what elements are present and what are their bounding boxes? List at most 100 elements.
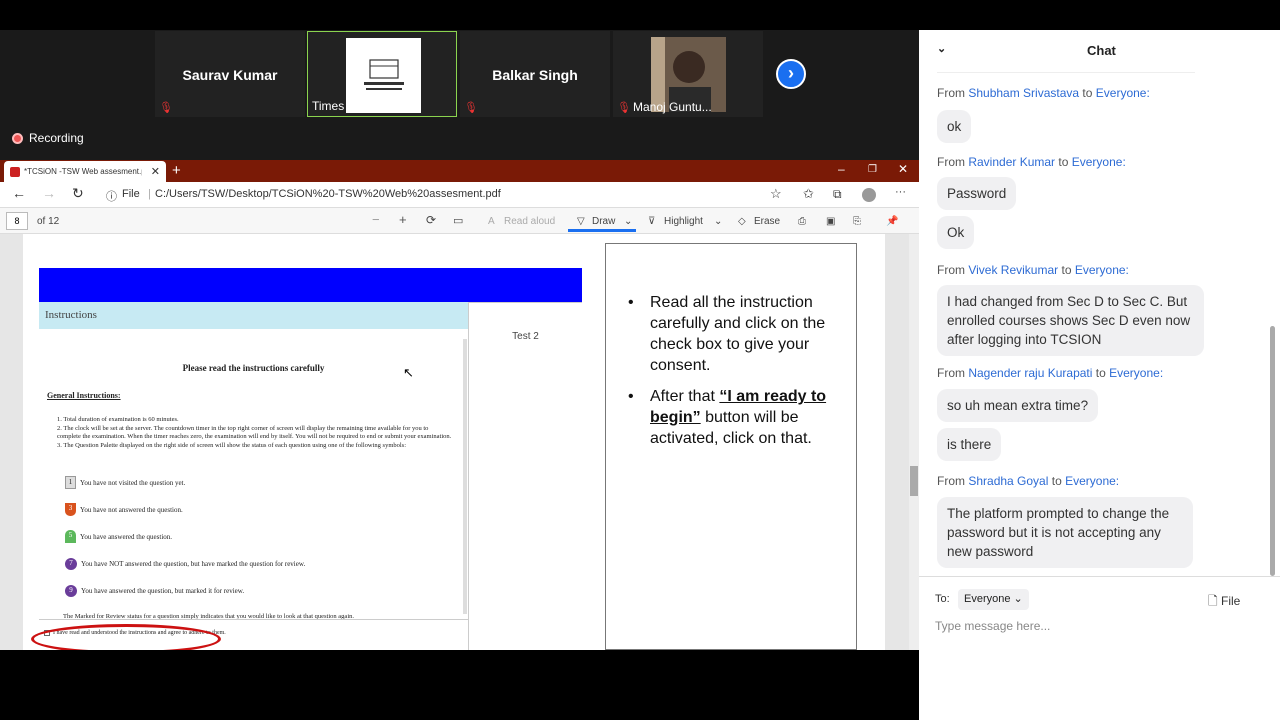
chat-divider (919, 576, 1280, 577)
recording-indicator: Recording (12, 131, 84, 145)
participant-tile[interactable]: Times Professio... (307, 31, 457, 117)
message-input[interactable]: Type message here... (935, 619, 1050, 633)
chat-sender-line: From Shradha Goyal to Everyone: (937, 474, 1120, 488)
cursor-icon: ↖ (403, 365, 414, 380)
participant-label: Manoj Guntu... (633, 100, 712, 114)
profile-icon[interactable] (862, 188, 876, 202)
participant-tile[interactable]: Saurav Kumar 🎙 (155, 31, 305, 117)
mic-muted-icon: 🎙 (464, 102, 478, 114)
zoom-in-icon[interactable]: + (399, 212, 407, 227)
not-answered-icon: 3 (65, 503, 76, 516)
inner-scrollbar[interactable] (463, 339, 467, 614)
sender-name[interactable]: Shradha Goyal (968, 474, 1048, 488)
instruction-slide: Read all the instruction carefully and c… (605, 243, 857, 650)
to-label: To: (935, 593, 950, 605)
erase-icon[interactable]: ◇ (738, 216, 746, 227)
general-instructions: General Instructions: (47, 391, 121, 400)
symbol-row: 3 You have not answered the question. (65, 496, 305, 523)
chevron-down-icon[interactable]: ⌄ (714, 216, 722, 227)
sender-name[interactable]: Vivek Revikumar (968, 263, 1058, 277)
chevron-down-icon[interactable]: ⌄ (937, 42, 946, 55)
participant-name: Balkar Singh (492, 67, 578, 83)
chevron-down-icon[interactable]: ⌄ (624, 216, 632, 227)
new-tab-button[interactable]: + (172, 162, 181, 179)
mic-muted-icon: 🎙 (159, 102, 173, 114)
chat-scrollbar[interactable] (1270, 326, 1275, 576)
address-bar: ← → ↻ ⓘ File | C:/Users/TSW/Desktop/TCSi… (0, 182, 919, 208)
read-aloud-icon[interactable]: A (488, 216, 495, 227)
answered-icon: 5 (65, 530, 76, 543)
highlight-icon[interactable]: ⊽ (648, 216, 655, 227)
instruction-item: 3. The Question Palette displayed on the… (57, 441, 407, 449)
test-label: Test 2 (512, 331, 539, 342)
zoom-out-icon[interactable]: − (372, 212, 380, 227)
not-visited-icon: 1 (65, 476, 76, 489)
page-number-input[interactable]: 8 (6, 212, 28, 230)
chat-sender-line: From Ravinder Kumar to Everyone: (937, 155, 1126, 169)
participant-tile[interactable]: Balkar Singh 🎙 (460, 31, 610, 117)
rotate-icon[interactable]: ⟳ (426, 213, 436, 227)
chat-sender-line: From Shubham Srivastava to Everyone: (937, 86, 1150, 100)
participant-name: Saurav Kumar (182, 67, 278, 83)
pdf-toolbar: of 12 − + ⟳ ▭ A Read aloud ▽ Draw ⌄ ⊽ Hi… (0, 208, 919, 234)
url-field[interactable]: C:/Users/TSW/Desktop/TCSiON%20-TSW%20Web… (155, 188, 501, 200)
file-button[interactable]: 🗋 File (1208, 592, 1240, 613)
chevron-down-icon: ⌄ (1013, 593, 1023, 605)
bottom-bar (0, 650, 919, 720)
instructions-header: Instructions (39, 302, 468, 329)
browser-tab[interactable]: *TCSiON -TSW Web assesment.p ✕ (4, 161, 166, 182)
save-as-icon[interactable]: ⎘ (853, 216, 861, 227)
favorite-star-icon[interactable]: ☆ (770, 186, 782, 202)
chat-message: Password (937, 177, 1017, 210)
next-participants-button[interactable]: › (776, 59, 806, 89)
save-icon[interactable]: ▣ (826, 216, 835, 227)
tab-title: *TCSiON -TSW Web assesment.p (24, 167, 142, 176)
file-icon: 🗋 (1208, 594, 1218, 608)
forward-icon[interactable]: → (42, 185, 56, 201)
sender-name[interactable]: Ravinder Kumar (968, 155, 1055, 169)
recipient-select[interactable]: Everyone ⌄ (958, 589, 1029, 610)
favorites-icon[interactable]: ✩ (803, 186, 814, 202)
minimize-icon[interactable]: – (838, 162, 845, 176)
pdf-scrollbar[interactable] (909, 234, 919, 650)
sender-name[interactable]: Shubham Srivastava (968, 86, 1079, 100)
instruction-item: 2. The clock will be set at the server. … (57, 424, 452, 441)
chat-header: ⌄ Chat (919, 30, 1280, 72)
more-icon[interactable]: ··· (895, 186, 906, 198)
instruction-item: 1. Total duration of examination is 60 m… (57, 416, 179, 423)
draw-icon[interactable]: ▽ (577, 216, 585, 227)
pdf-scroll-thumb[interactable] (910, 466, 918, 496)
sender-name[interactable]: Nagender raju Kurapati (968, 366, 1092, 380)
refresh-icon[interactable]: ↻ (72, 185, 84, 202)
restore-icon[interactable]: ❐ (868, 164, 877, 175)
participant-tile[interactable]: Manoj Guntu... 🎙 (613, 31, 763, 117)
chat-message: so uh mean extra time? (937, 389, 1099, 422)
record-dot-icon (12, 132, 23, 144)
close-window-icon[interactable]: ✕ (898, 162, 908, 176)
erase-label[interactable]: Erase (754, 216, 780, 227)
collections-icon[interactable]: ⧉ (833, 187, 842, 202)
test-panel: Test 2 (468, 302, 582, 650)
marked-review-icon: 7 (65, 557, 77, 570)
highlight-label[interactable]: Highlight (664, 216, 703, 227)
close-tab-icon[interactable]: ✕ (151, 165, 160, 178)
back-icon[interactable]: ← (12, 185, 26, 201)
top-bar (0, 0, 919, 30)
chat-sender-line: From Nagender raju Kurapati to Everyone: (937, 366, 1164, 380)
draw-label[interactable]: Draw (592, 216, 615, 227)
file-label: File (122, 188, 140, 200)
info-icon: ⓘ (106, 191, 117, 203)
answered-marked-icon: 9 (65, 584, 77, 597)
slide-bullet: After that “I am ready to begin” button … (628, 386, 843, 449)
chat-message: Ok (937, 216, 975, 249)
read-aloud-label[interactable]: Read aloud (504, 216, 555, 227)
symbol-row: 1 You have not visited the question yet. (65, 469, 305, 496)
fit-page-icon[interactable]: ▭ (453, 214, 463, 227)
pin-icon[interactable]: 📌 (886, 216, 898, 227)
draw-active-underline (568, 229, 636, 232)
chat-sender-line: From Vivek Revikumar to Everyone: (937, 263, 1129, 277)
symbol-row: 7 You have NOT answered the question, but… (65, 550, 305, 577)
print-icon[interactable]: ⎙ (798, 216, 806, 227)
symbol-row: 9 You have answered the question, but mar… (65, 577, 305, 604)
recording-label: Recording (29, 131, 84, 145)
